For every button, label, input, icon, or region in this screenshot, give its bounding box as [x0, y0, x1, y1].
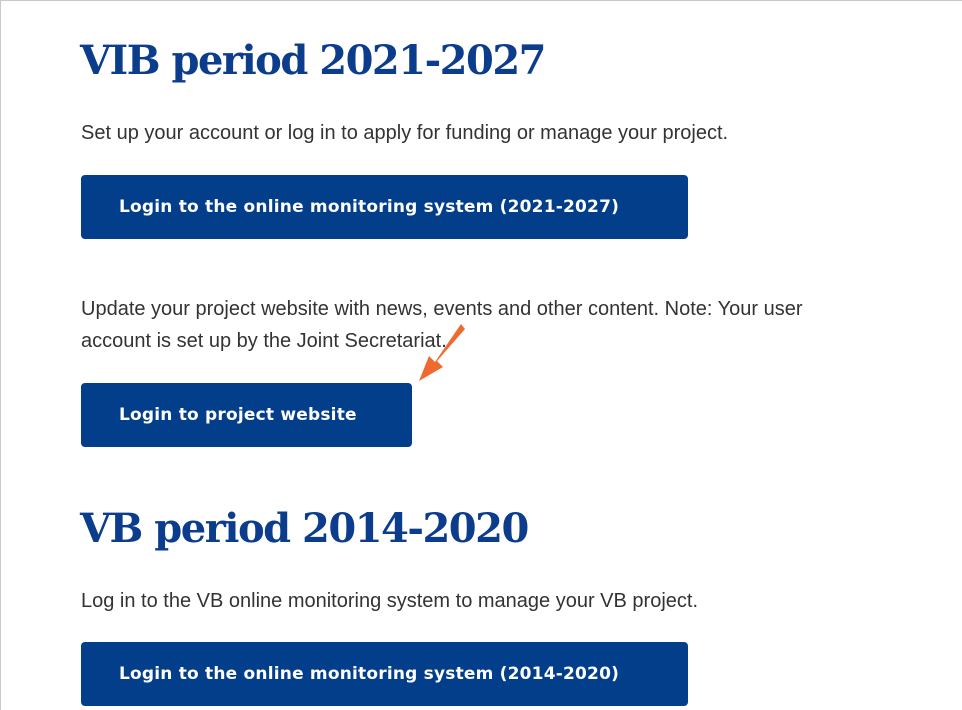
login-monitoring-2021-2027-button[interactable]: Login to the online monitoring system (2… [81, 175, 688, 239]
login-project-website-button[interactable]: Login to project website [81, 383, 412, 447]
login-page: VIB period 2021-2027 Set up your account… [0, 0, 962, 710]
intro-2014-2020: Log in to the VB online monitoring syste… [81, 590, 699, 612]
intro-2021-2027: Set up your account or log in to apply f… [81, 122, 729, 144]
arrow-pointer-icon [419, 324, 465, 381]
heading-2021-2027: VIB period 2021-2027 [80, 37, 547, 84]
heading-2014-2020: VB period 2014-2020 [80, 505, 529, 552]
login-monitoring-2014-2020-button[interactable]: Login to the online monitoring system (2… [81, 642, 688, 706]
